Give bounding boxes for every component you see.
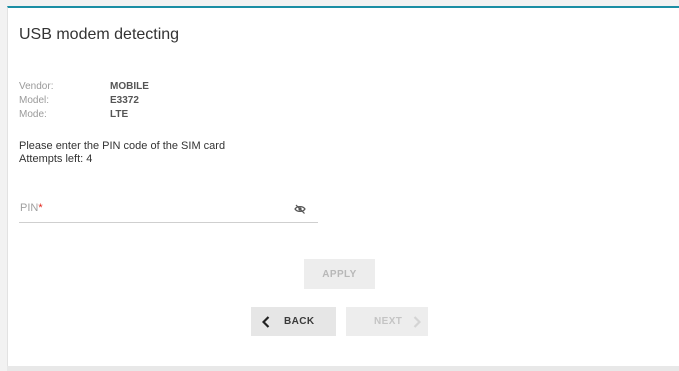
mode-label: Mode: [19,109,47,120]
panel-bottom-divider [7,366,679,371]
pin-field: PIN* [19,200,318,223]
pin-label-text: PIN [20,202,39,214]
next-button-label: NEXT [374,316,403,327]
attempts-left-text: Attempts left: 4 [19,153,93,165]
chevron-left-icon [262,316,270,328]
model-label: Model: [19,95,50,106]
chevron-right-icon [413,316,421,328]
page-title: USB modem detecting [19,26,180,43]
vendor-value: MOBILE [110,81,149,92]
pin-field-label: PIN* [20,202,43,214]
model-value: E3372 [110,95,139,106]
back-button-label: BACK [284,316,315,327]
mode-value: LTE [110,109,129,120]
setup-panel [7,6,679,366]
eye-off-icon[interactable] [294,203,306,215]
vendor-label: Vendor: [19,81,54,92]
apply-button[interactable]: APPLY [304,259,375,289]
pin-input[interactable] [59,200,279,220]
pin-instruction-text: Please enter the PIN code of the SIM car… [19,140,226,152]
back-button[interactable]: BACK [251,307,336,336]
next-button[interactable]: NEXT [346,307,428,336]
required-asterisk: * [38,202,43,214]
